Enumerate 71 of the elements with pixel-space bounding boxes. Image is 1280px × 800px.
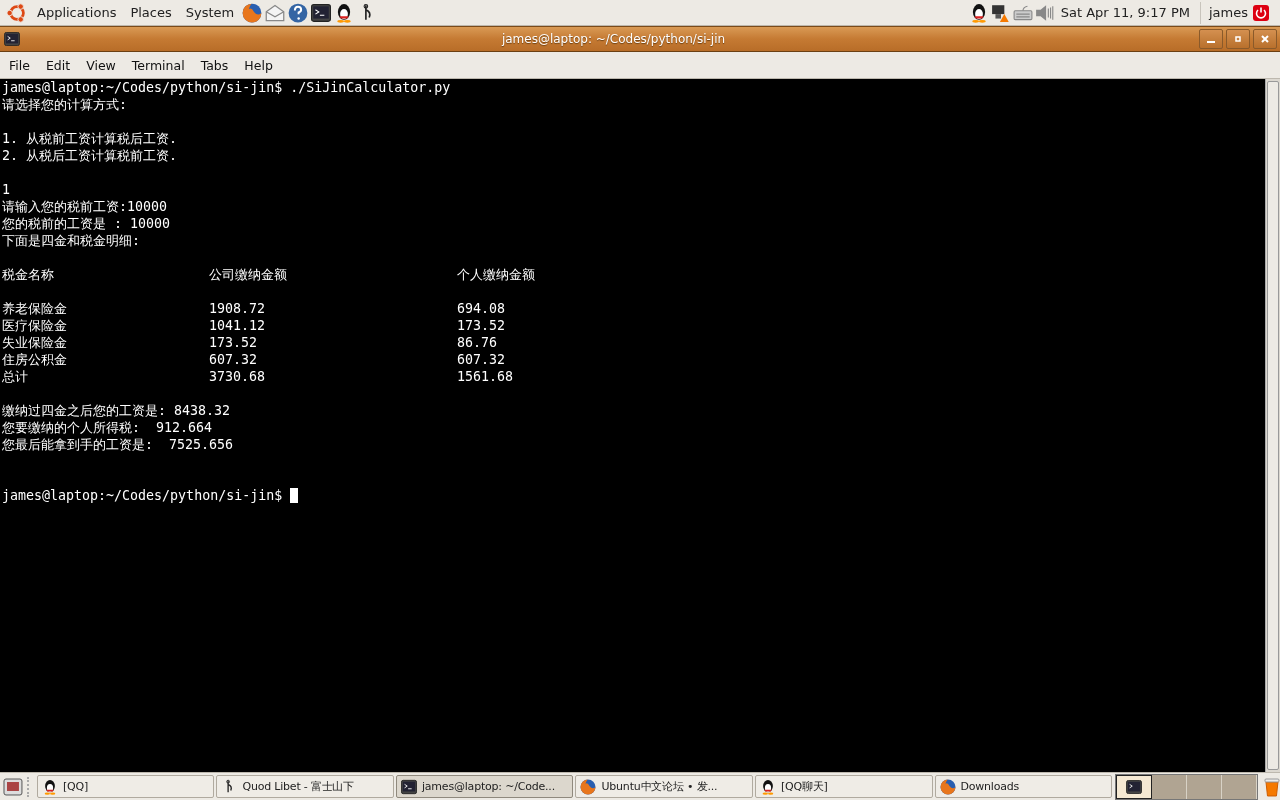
panel-menu[interactable]: Applications: [31, 5, 125, 20]
globe-icon: [939, 778, 956, 795]
desktop-icon[interactable]: [3, 777, 23, 796]
panel-menu[interactable]: Places: [124, 5, 180, 20]
browser-globe-icon[interactable]: [242, 2, 263, 23]
workspace[interactable]: [1116, 774, 1152, 799]
table-cell: 1561.68: [457, 368, 514, 385]
terminal-line: 请输入您的税前工资:10000: [2, 198, 169, 215]
table-cell-text: 3730.68: [209, 368, 267, 385]
user-name[interactable]: james: [1209, 5, 1248, 20]
table-cell-text: 1908.72: [209, 300, 267, 317]
network-warning-icon[interactable]: [990, 2, 1011, 23]
table-cell: 607.32: [457, 351, 506, 368]
table-cell-text: 医疗保险金: [2, 317, 68, 334]
terminal-line: 请选择您的计算方式:: [2, 96, 128, 113]
scrollbar[interactable]: [1265, 79, 1280, 772]
terminal-line: 下面是四金和税金明细:: [2, 232, 141, 249]
terminal-icon[interactable]: [311, 2, 332, 23]
taskbar-button[interactable]: Quod Libet - 富士山下: [216, 775, 394, 798]
minimize-button[interactable]: [1199, 29, 1223, 49]
taskbar-button[interactable]: Downloads: [934, 775, 1112, 798]
table-cell-text: 607.32: [209, 351, 259, 368]
mail-envelope-icon[interactable]: [265, 2, 286, 23]
minimize-icon: [1207, 41, 1215, 43]
globe-icon: [580, 778, 597, 795]
maximize-button[interactable]: [1226, 29, 1250, 49]
menu-item[interactable]: Help: [235, 57, 280, 73]
terminal-icon: [1126, 779, 1142, 794]
close-button[interactable]: [1253, 29, 1277, 49]
taskbar-button[interactable]: james@laptop: ~/Code...: [395, 775, 574, 798]
close-icon: [1260, 34, 1270, 44]
ubuntu-logo-icon[interactable]: [6, 1, 28, 24]
terminal-icon[interactable]: [4, 32, 20, 46]
menu-item[interactable]: Edit: [36, 57, 78, 73]
window-title: james@laptop: ~/Codes/python/si-jin: [500, 32, 727, 46]
table-cell-text: 税金名称: [2, 266, 55, 283]
menu-item[interactable]: Tabs: [191, 57, 236, 73]
power-icon[interactable]: [1253, 4, 1269, 21]
help-icon[interactable]: [288, 2, 309, 23]
table-cell-text: 住房公积金: [2, 351, 68, 368]
table-cell: 个人缴纳金额: [457, 266, 535, 283]
terminal-line: 您最后能拿到手的工资是: 7525.656: [2, 436, 235, 453]
maximize-icon: [1233, 34, 1243, 44]
menu-item[interactable]: View: [77, 57, 123, 73]
table-cell: 86.76: [457, 334, 498, 351]
panel-menu[interactable]: System: [179, 5, 243, 20]
terminal-icon: [400, 778, 417, 795]
table-cell-text: 失业保险金: [2, 334, 68, 351]
taskbar-button[interactable]: [QQ]: [36, 775, 215, 798]
taskbar-button[interactable]: Ubuntu中文论坛 • 发...: [575, 775, 753, 798]
menu-item[interactable]: Terminal: [122, 57, 192, 73]
table-cell-text: 1041.12: [209, 317, 267, 334]
terminal-line: 1. 从税前工资计算税后工资.: [2, 130, 179, 147]
terminal-line: james@laptop:~/Codes/python/si-jin$ ./SiJinCalculator.py: [2, 79, 452, 96]
table-cell-text: 公司缴纳金额: [209, 266, 288, 283]
terminal-line: 您的税前的工资是 : 10000: [2, 215, 172, 232]
terminal-line: 1: [2, 181, 11, 198]
taskbar-button[interactable]: [QQ聊天]: [755, 775, 933, 798]
table-cell-text: 总计: [2, 368, 29, 385]
penguin-icon: [760, 778, 776, 795]
table-cell-text: 养老保险金: [2, 300, 68, 317]
table-cell-text: 173.52: [209, 334, 259, 351]
terminal-line: 您要缴纳的个人所得税: 912.664: [2, 419, 214, 436]
menu-item[interactable]: File: [0, 57, 37, 73]
terminal-line: 2. 从税后工资计算税前工资.: [2, 147, 179, 164]
terminal-prompt: james@laptop:~/Codes/python/si-jin$: [2, 488, 284, 503]
table-cell: 173.52: [457, 317, 506, 334]
terminal-line: 缴纳过四金之后您的工资是: 8438.32: [2, 402, 232, 419]
trash-icon[interactable]: [1264, 776, 1280, 797]
table-cell: 694.08: [457, 300, 506, 317]
clock[interactable]: Sat Apr 11, 9:17 PM: [1060, 5, 1198, 20]
